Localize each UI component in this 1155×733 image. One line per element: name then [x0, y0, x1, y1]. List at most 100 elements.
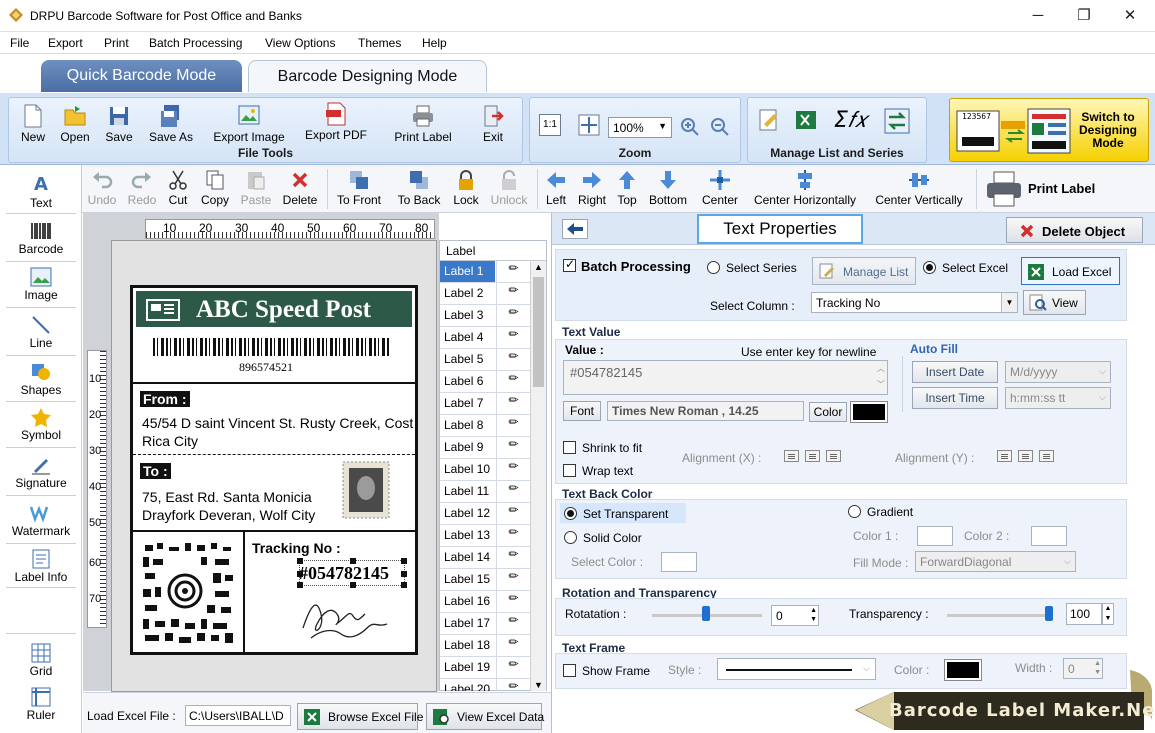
edit-pencil-icon[interactable]: ✏: [496, 327, 530, 348]
edit-pencil-icon[interactable]: ✏: [496, 415, 530, 436]
fill-mode-dropdown[interactable]: ForwardDiagonal ⌵: [915, 551, 1076, 572]
select-series-radio[interactable]: [707, 261, 720, 274]
zoom-in-icon[interactable]: [680, 117, 700, 137]
color-button[interactable]: Color: [809, 402, 847, 422]
align-x-right-icon[interactable]: [826, 450, 841, 462]
label-row[interactable]: Label 19 ✏: [440, 657, 530, 679]
edit-pencil-icon[interactable]: ✏: [496, 525, 530, 546]
label-row[interactable]: Label 20 ✏: [440, 679, 530, 691]
edit-pencil-icon[interactable]: ✏: [496, 371, 530, 392]
save-button[interactable]: Save: [101, 104, 137, 144]
edit-pencil-icon[interactable]: ✏: [496, 283, 530, 304]
edit-pencil-icon[interactable]: ✏: [496, 547, 530, 568]
label-row-name[interactable]: Label 16: [440, 591, 495, 612]
menu-batch-processing[interactable]: Batch Processing: [149, 36, 242, 50]
open-button[interactable]: Open: [57, 104, 93, 144]
menu-export[interactable]: Export: [48, 36, 83, 50]
selection-handle[interactable]: [401, 558, 407, 564]
align-left-button[interactable]: Left: [542, 169, 570, 207]
tool-shapes[interactable]: Shapes: [4, 362, 78, 397]
align-y-bottom-icon[interactable]: [1039, 450, 1054, 462]
actual-size-icon[interactable]: 1:1: [539, 114, 561, 136]
align-y-top-icon[interactable]: [997, 450, 1012, 462]
exit-button[interactable]: Exit: [475, 104, 511, 144]
label-row-name[interactable]: Label 15: [440, 569, 495, 590]
label-row[interactable]: Label 17 ✏: [440, 613, 530, 635]
tool-text[interactable]: A Text: [4, 175, 78, 211]
label-row[interactable]: Label 18 ✏: [440, 635, 530, 657]
label-row[interactable]: Label 11 ✏: [440, 481, 530, 503]
label-row-name[interactable]: Label 2: [440, 283, 495, 304]
transparency-spinner[interactable]: ▲ ▼: [1102, 603, 1114, 625]
export-pdf-button[interactable]: Export PDF: [303, 102, 369, 142]
load-excel-button[interactable]: Load Excel: [1021, 257, 1120, 285]
center-vertically-button[interactable]: Center Vertically: [868, 169, 970, 207]
edit-pencil-icon[interactable]: ✏: [496, 679, 530, 691]
spin-down-icon[interactable]: ﹀: [877, 379, 885, 390]
rotation-input[interactable]: 0 ▲ ▼: [771, 605, 819, 626]
tool-label-info[interactable]: Label Info: [4, 549, 78, 584]
shrink-to-fit-checkbox[interactable]: [563, 441, 576, 454]
time-format-dropdown[interactable]: h:mm:ss tt ⌵: [1005, 387, 1111, 409]
select-column-dropdown[interactable]: Tracking No ▼: [811, 292, 1018, 313]
to-back-button[interactable]: To Back: [394, 169, 444, 207]
label-row[interactable]: Label 14 ✏: [440, 547, 530, 569]
menu-themes[interactable]: Themes: [358, 36, 401, 50]
align-x-center-icon[interactable]: [805, 450, 820, 462]
tool-image[interactable]: Image: [4, 267, 78, 302]
tab-barcode-designing-mode[interactable]: Barcode Designing Mode: [248, 60, 487, 92]
print-label-ribbon-button[interactable]: Print Label: [391, 104, 455, 144]
solid-color-radio[interactable]: [564, 531, 577, 544]
selection-handle[interactable]: [401, 571, 407, 577]
value-textarea[interactable]: #054782145 ︿ ﹀: [563, 360, 888, 395]
menu-file[interactable]: File: [10, 36, 29, 50]
align-x-left-icon[interactable]: [784, 450, 799, 462]
tool-line[interactable]: Line: [4, 315, 78, 350]
insert-time-button[interactable]: Insert Time: [912, 387, 998, 409]
label-row[interactable]: Label 4 ✏: [440, 327, 530, 349]
selection-handle[interactable]: [401, 582, 407, 588]
label-row-name[interactable]: Label 20: [440, 679, 495, 691]
scroll-down-icon[interactable]: ▼: [534, 680, 543, 690]
wrap-text-checkbox[interactable]: [563, 464, 576, 477]
select-excel-radio[interactable]: [923, 261, 936, 274]
label-row[interactable]: Label 16 ✏: [440, 591, 530, 613]
label-list-scrollbar[interactable]: ▲ ▼: [530, 261, 546, 691]
edit-pencil-icon[interactable]: ✏: [496, 437, 530, 458]
new-button[interactable]: New: [15, 104, 51, 144]
align-right-button[interactable]: Right: [576, 169, 608, 207]
label-row-name[interactable]: Label 7: [440, 393, 495, 414]
color-1-swatch[interactable]: [917, 526, 953, 546]
to-front-button[interactable]: To Front: [334, 169, 384, 207]
tool-symbol[interactable]: Symbol: [4, 407, 78, 442]
excel-series-icon[interactable]: [794, 108, 820, 134]
batch-processing-checkbox[interactable]: ✓: [563, 257, 576, 272]
align-bottom-button[interactable]: Bottom: [646, 169, 690, 207]
tool-barcode[interactable]: Barcode: [4, 221, 78, 256]
edit-pencil-icon[interactable]: ✏: [496, 481, 530, 502]
save-as-button[interactable]: Save As: [145, 104, 197, 144]
align-y-middle-icon[interactable]: [1018, 450, 1033, 462]
tab-quick-barcode-mode[interactable]: Quick Barcode Mode: [41, 60, 242, 92]
edit-list-icon[interactable]: [758, 108, 782, 134]
formula-sigma-icon[interactable]: Σ𝑓𝑥: [834, 108, 867, 133]
back-button[interactable]: [562, 219, 588, 239]
label-row-name[interactable]: Label 11: [440, 481, 495, 502]
edit-pencil-icon[interactable]: ✏: [496, 305, 530, 326]
tool-ruler[interactable]: Ruler: [4, 687, 78, 722]
edit-pencil-icon[interactable]: ✏: [496, 261, 530, 282]
label-row-name[interactable]: Label 18: [440, 635, 495, 656]
spinner-icon[interactable]: ▲ ▼: [810, 606, 817, 624]
export-image-button[interactable]: Export Image: [209, 104, 289, 144]
view-excel-data-button[interactable]: View Excel Data: [426, 703, 544, 730]
tool-signature[interactable]: Signature: [4, 455, 78, 490]
copy-button[interactable]: Copy: [198, 169, 232, 207]
undo-button[interactable]: Undo: [86, 169, 118, 207]
label-row[interactable]: Label 7 ✏: [440, 393, 530, 415]
edit-pencil-icon[interactable]: ✏: [496, 657, 530, 678]
edit-pencil-icon[interactable]: ✏: [496, 393, 530, 414]
edit-pencil-icon[interactable]: ✏: [496, 635, 530, 656]
label-row-name[interactable]: Label 1: [440, 261, 495, 282]
tool-grid[interactable]: Grid: [4, 643, 78, 678]
edit-pencil-icon[interactable]: ✏: [496, 459, 530, 480]
